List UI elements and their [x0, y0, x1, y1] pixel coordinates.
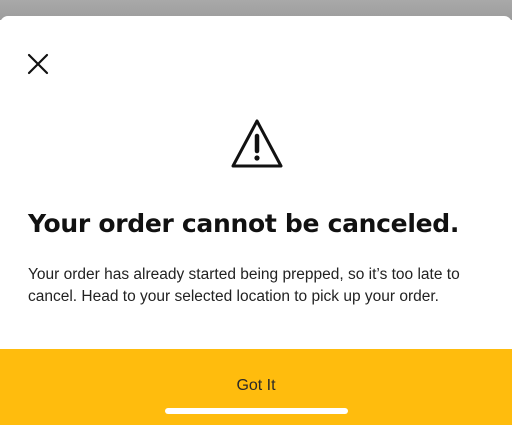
dialog-title: Your order cannot be canceled. — [28, 209, 460, 238]
got-it-button-label: Got It — [236, 377, 276, 394]
home-indicator — [165, 408, 348, 414]
close-icon — [27, 53, 49, 75]
dialog-message: Your order has already started being pre… — [28, 266, 460, 305]
warning-triangle-icon — [231, 119, 283, 168]
close-button[interactable] — [22, 48, 54, 80]
